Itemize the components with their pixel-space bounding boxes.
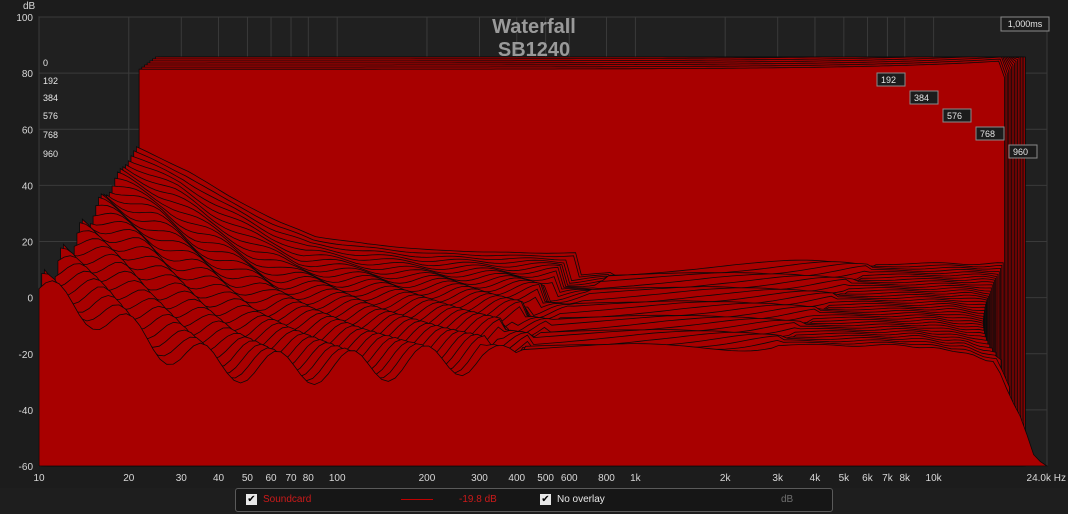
x-tick-label: 2k [720, 473, 732, 484]
x-tick-label: 100 [329, 473, 346, 484]
x-tick-label: 40 [213, 473, 225, 484]
waterfall-slices [38, 56, 1049, 467]
time-slice-label-left: 576 [43, 111, 58, 121]
x-tick-label: 500 [537, 473, 554, 484]
x-tick-label: 6k [862, 473, 874, 484]
time-slice-label-left: 384 [43, 93, 58, 103]
x-tick-label: 200 [419, 473, 436, 484]
x-tick-label: 8k [899, 473, 911, 484]
overlay-checkbox[interactable]: ✔ [540, 494, 551, 505]
time-axis-max-label: 1,000ms [1008, 19, 1043, 29]
x-tick-label: 10k [926, 473, 943, 484]
y-tick-label: 40 [22, 181, 34, 192]
y-tick-label: -20 [19, 350, 34, 361]
x-tick-label: 50 [242, 473, 254, 484]
y-tick-label: 80 [22, 69, 34, 80]
soundcard-checkbox[interactable]: ✔ [246, 494, 257, 505]
time-slice-label-left: 0 [43, 58, 48, 68]
x-tick-label: 3k [772, 473, 784, 484]
waterfall-chart: 0192 192384 384576 576768 768960 960 dB 10080… [0, 0, 1068, 488]
time-slice-label-left: 192 [43, 76, 58, 86]
time-slice-label-right: 384 [914, 93, 929, 103]
measurement-level: -19.8 dB [459, 494, 497, 505]
time-slice-label-right: 960 [1013, 147, 1028, 157]
x-tick-label: 4k [810, 473, 822, 484]
x-tick-label: 400 [508, 473, 525, 484]
measurement-name: Soundcard [263, 494, 312, 505]
x-tick-label: 600 [561, 473, 578, 484]
overlay-unit: dB [781, 494, 794, 505]
x-tick-label: 1k [630, 473, 642, 484]
overlay-label[interactable]: No overlay [557, 494, 605, 506]
x-tick-label: 30 [176, 473, 188, 484]
y-axis-label: dB [23, 1, 36, 12]
time-slice-label-right: 576 [947, 111, 962, 121]
y-tick-label: 20 [22, 238, 34, 249]
chart-subtitle: SB1240 [498, 39, 570, 61]
time-slice-label-left: 960 [43, 149, 58, 159]
y-tick-label: 100 [16, 13, 33, 24]
x-tick-label: 800 [598, 473, 615, 484]
legend-bar: ✔ Soundcard -19.8 dB ✔ No overlay dB [235, 488, 833, 512]
x-tick-label: 300 [471, 473, 488, 484]
y-tick-label: -60 [19, 462, 34, 473]
chart-title: Waterfall [492, 16, 576, 38]
x-tick-label: 24.0k Hz [1027, 473, 1066, 484]
x-tick-label: 70 [285, 473, 297, 484]
x-tick-label: 7k [882, 473, 894, 484]
time-slice-label-left: 768 [43, 130, 58, 140]
y-tick-label: -40 [19, 406, 34, 417]
x-tick-label: 10 [33, 473, 45, 484]
x-tick-label: 80 [303, 473, 315, 484]
x-tick-label: 60 [265, 473, 277, 484]
x-tick-label: 5k [839, 473, 851, 484]
measurement-color-swatch [401, 499, 433, 500]
time-slice-label-right: 768 [980, 129, 995, 139]
y-tick-label: 60 [22, 125, 34, 136]
time-slice-label-right: 192 [881, 75, 896, 85]
y-tick-label: 0 [27, 294, 33, 305]
x-tick-label: 20 [123, 473, 135, 484]
